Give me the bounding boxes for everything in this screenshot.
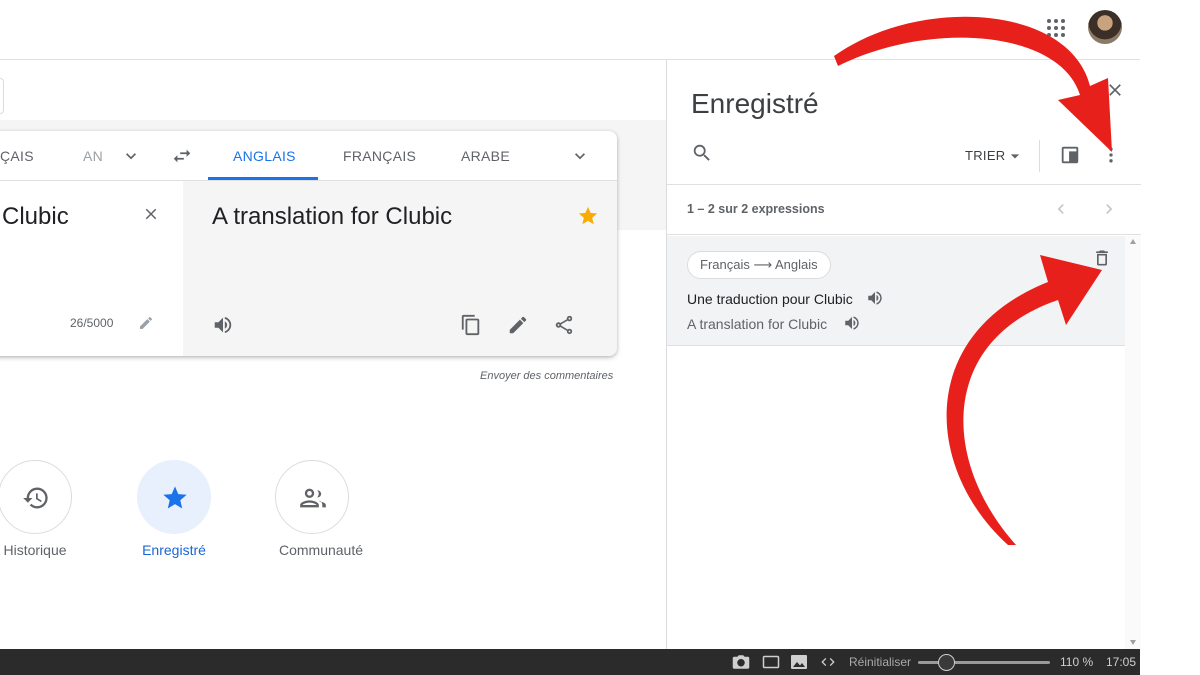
tab-source-lang-1[interactable]: ÇAIS <box>0 131 34 181</box>
language-bar: ÇAIS AN ANGLAIS FRANÇAIS ARABE <box>0 131 617 181</box>
tab-target-anglais[interactable]: ANGLAIS <box>233 131 296 181</box>
chevron-left-icon[interactable] <box>1051 199 1071 224</box>
camera-icon[interactable] <box>732 654 750 673</box>
community-button[interactable] <box>275 460 349 534</box>
zoom-slider-handle[interactable] <box>938 654 955 671</box>
saved-label: Enregistré <box>142 542 206 558</box>
divider <box>667 234 1141 235</box>
source-pane: Clubic 26/5000 <box>0 181 183 356</box>
active-tab-indicator <box>208 177 318 180</box>
avatar[interactable] <box>1088 10 1122 44</box>
reset-zoom-button[interactable]: Réinitialiser <box>849 655 911 669</box>
zoom-level: 110 % <box>1060 655 1094 669</box>
speaker-icon[interactable] <box>866 289 884 312</box>
delete-icon[interactable] <box>1092 248 1112 273</box>
copy-icon[interactable] <box>460 314 482 336</box>
taskbar: Réinitialiser 110 % 17:05 <box>0 649 1140 675</box>
panel-title: Enregistré <box>691 88 819 119</box>
scroll-up-icon[interactable] <box>1130 239 1136 244</box>
entry-target-text: A translation for Clubic <box>687 316 828 332</box>
target-pane: A translation for Clubic <box>183 181 617 356</box>
saved-panel: Enregistré TRIER 1 – 2 sur 2 expressions… <box>666 60 1141 650</box>
translation-card: ÇAIS AN ANGLAIS FRANÇAIS ARABE Clubic 26… <box>0 131 617 356</box>
scrollbar[interactable] <box>1125 236 1141 650</box>
tab-source-lang-2[interactable]: AN <box>83 131 105 181</box>
community-label: Communauté <box>278 542 364 558</box>
window-icon[interactable] <box>762 654 780 673</box>
source-text[interactable]: Clubic <box>2 203 69 231</box>
more-vert-icon[interactable] <box>1101 144 1121 171</box>
image-icon[interactable] <box>790 654 808 673</box>
feedback-link[interactable]: Envoyer des commentaires <box>480 370 613 382</box>
star-icon[interactable] <box>577 205 599 227</box>
swap-languages-icon[interactable] <box>171 145 193 167</box>
toolbar-divider <box>1039 140 1040 172</box>
character-count: 26/5000 <box>70 316 114 330</box>
tab-target-francais[interactable]: FRANÇAIS <box>343 131 416 181</box>
saved-button[interactable] <box>137 460 211 534</box>
history-icon <box>23 487 48 509</box>
source-lang-dropdown-icon[interactable] <box>121 146 141 166</box>
speaker-icon[interactable] <box>212 314 234 336</box>
code-icon[interactable] <box>820 654 836 673</box>
result-count: 1 – 2 sur 2 expressions <box>687 202 825 216</box>
edit-icon[interactable] <box>507 314 529 336</box>
star-icon <box>163 486 187 509</box>
chevron-down-icon[interactable] <box>1005 146 1025 171</box>
share-icon[interactable] <box>553 314 575 336</box>
clear-source-icon[interactable] <box>142 205 160 223</box>
language-pair-chip: Français ⟶ Anglais <box>687 251 831 279</box>
tab-target-arabe[interactable]: ARABE <box>461 131 510 181</box>
search-icon[interactable] <box>691 142 713 169</box>
target-lang-dropdown-icon[interactable] <box>570 146 590 166</box>
entry-source-text: Une traduction pour Clubic <box>687 291 853 307</box>
close-icon[interactable] <box>1105 80 1125 105</box>
search-box-edge <box>0 78 4 114</box>
sort-button[interactable]: TRIER <box>965 148 1006 163</box>
top-bar <box>0 0 1140 60</box>
apps-grid-icon[interactable] <box>1046 18 1066 38</box>
saved-entry[interactable]: Français ⟶ Anglais Une traduction pour C… <box>667 236 1125 346</box>
history-button[interactable] <box>0 460 72 534</box>
handwriting-icon[interactable] <box>138 315 154 331</box>
export-sheets-icon[interactable] <box>1059 144 1081 171</box>
speaker-icon[interactable] <box>843 314 861 337</box>
divider <box>667 184 1141 185</box>
chevron-right-icon[interactable] <box>1099 199 1119 224</box>
translated-text: A translation for Clubic <box>212 203 453 230</box>
people-icon <box>300 488 326 508</box>
clock: 17:05 <box>1106 655 1137 669</box>
scroll-down-icon[interactable] <box>1130 640 1136 645</box>
history-label: Historique <box>3 542 67 558</box>
